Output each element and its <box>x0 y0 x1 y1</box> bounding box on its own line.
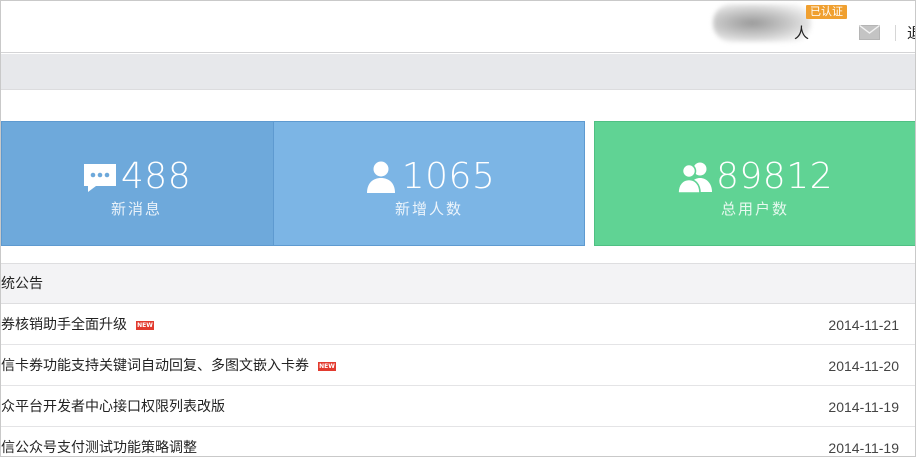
stat-card-messages[interactable]: 488 新消息 <box>1 121 273 246</box>
nav-bar <box>1 54 915 90</box>
notice-date: 2014-11-21 <box>828 317 899 333</box>
stat-label-total-users: 总用户数 <box>720 200 789 218</box>
notice-header: 统公告 <box>1 263 915 304</box>
stat-card-new-users[interactable]: 1065 新增人数 <box>273 121 585 246</box>
stat-row: 488 <box>1 156 272 198</box>
notice-title-text: 券核销助手全面升级 <box>1 317 127 333</box>
users-icon <box>677 162 712 194</box>
notice-text[interactable]: 券核销助手全面升级 NEW <box>1 316 154 334</box>
mail-icon[interactable] <box>859 25 880 40</box>
message-icon <box>83 164 116 192</box>
notice-text[interactable]: 信卡券功能支持关键词自动回复、多图文嵌入卡券 NEW <box>1 357 336 375</box>
new-badge: NEW <box>136 321 154 330</box>
notice-date: 2014-11-19 <box>828 440 899 456</box>
list-item[interactable]: 券核销助手全面升级 NEW 2014-11-21 <box>1 304 915 345</box>
dashboard-frame: 已认证 人 退 488 新消息 1065 <box>0 0 916 457</box>
notice-text[interactable]: 信公众号支付测试功能策略调整 <box>1 439 197 456</box>
user-name[interactable]: 人 <box>794 23 809 43</box>
notice-text[interactable]: 众平台开发者中心接口权限列表改版 <box>1 398 225 416</box>
notice-date: 2014-11-19 <box>828 399 899 415</box>
verify-badge: 已认证 <box>806 5 847 19</box>
user-icon <box>366 161 395 193</box>
stat-label-messages: 新消息 <box>110 200 162 218</box>
stat-label-new-users: 新增人数 <box>394 200 463 218</box>
list-item[interactable]: 众平台开发者中心接口权限列表改版 2014-11-19 <box>1 386 915 427</box>
header-divider <box>895 25 896 41</box>
stat-value-total-users: 89812 <box>715 156 834 197</box>
notice-title: 统公告 <box>1 276 43 292</box>
stat-card-total-users[interactable]: 89812 总用户数 <box>594 121 915 246</box>
notice-title-text: 信卡券功能支持关键词自动回复、多图文嵌入卡券 <box>1 358 309 374</box>
notice-title-text: 信公众号支付测试功能策略调整 <box>1 440 197 456</box>
stat-value-messages: 488 <box>120 156 192 197</box>
logout-link[interactable]: 退 <box>907 23 915 43</box>
stat-row: 1065 <box>274 156 584 198</box>
stat-row: 89812 <box>595 156 915 198</box>
top-header: 已认证 人 退 <box>1 1 915 53</box>
notice-date: 2014-11-20 <box>828 358 899 374</box>
new-badge: NEW <box>318 362 336 371</box>
stat-value-new-users: 1065 <box>401 156 496 197</box>
list-item[interactable]: 信卡券功能支持关键词自动回复、多图文嵌入卡券 NEW 2014-11-20 <box>1 345 915 386</box>
list-item[interactable]: 信公众号支付测试功能策略调整 2014-11-19 <box>1 427 915 456</box>
notice-title-text: 众平台开发者中心接口权限列表改版 <box>1 399 225 415</box>
